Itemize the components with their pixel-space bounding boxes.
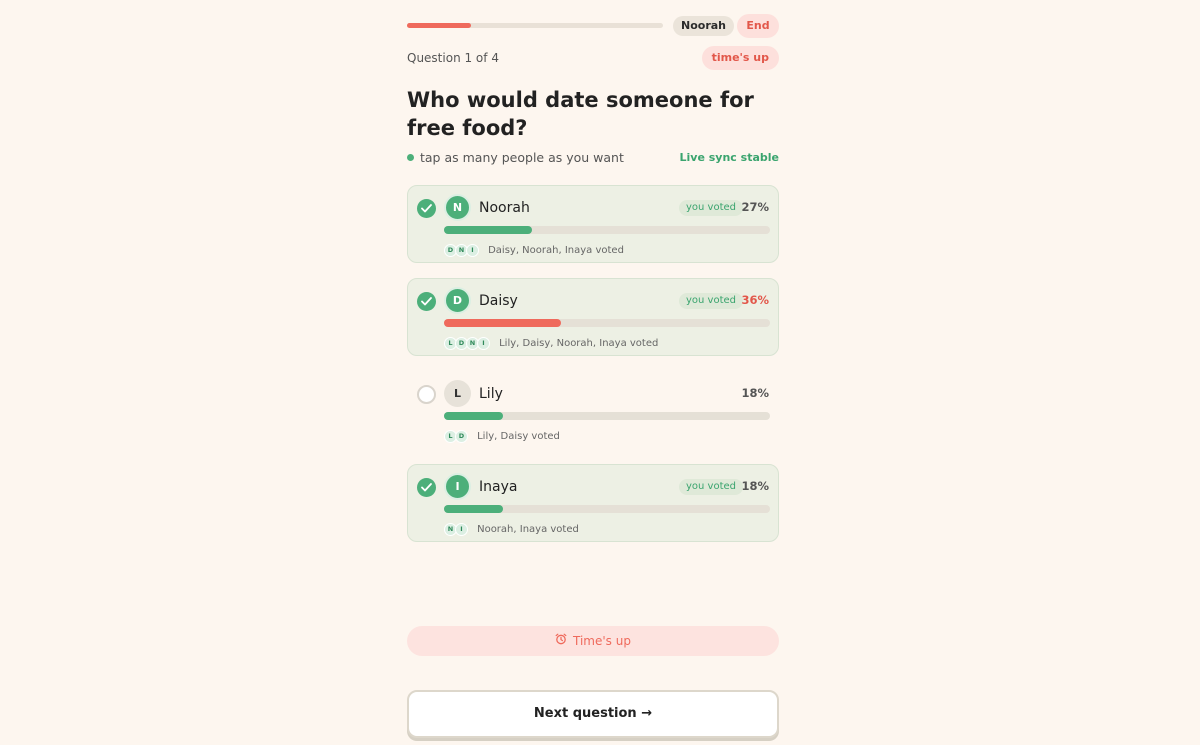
times-up-text: Time's up bbox=[573, 634, 631, 648]
option-name: Noorah bbox=[479, 200, 530, 216]
check-icon[interactable] bbox=[417, 292, 436, 311]
option-card[interactable]: N Noorah you voted 27% DNI Daisy, Noorah… bbox=[407, 185, 779, 263]
voter-mini-avatar: D bbox=[455, 430, 468, 443]
end-button[interactable]: End bbox=[737, 14, 779, 38]
option-percent: 18% bbox=[741, 479, 769, 493]
avatar: N bbox=[444, 194, 471, 221]
avatar: L bbox=[444, 380, 471, 407]
vote-bar bbox=[444, 505, 770, 513]
voters-text: Lily, Daisy voted bbox=[477, 431, 560, 442]
you-voted-badge: you voted bbox=[679, 200, 744, 216]
times-up-banner: Time's up bbox=[407, 626, 779, 656]
timer-status-pill: time's up bbox=[701, 46, 779, 70]
check-icon[interactable] bbox=[417, 478, 436, 497]
question-title: Who would date someone for free food? bbox=[407, 88, 754, 140]
check-icon[interactable] bbox=[417, 199, 436, 218]
voter-mini-avatar: I bbox=[477, 337, 490, 350]
voters-text: Daisy, Noorah, Inaya voted bbox=[488, 245, 624, 256]
option-card[interactable]: L Lily 18% LD Lily, Daisy voted bbox=[407, 371, 779, 449]
you-voted-badge: you voted bbox=[679, 293, 744, 309]
option-percent: 36% bbox=[741, 293, 769, 307]
vote-bar bbox=[444, 226, 770, 234]
hint-row: tap as many people as you want Live sync… bbox=[407, 149, 779, 167]
vote-bar bbox=[444, 319, 770, 327]
option-name: Inaya bbox=[479, 479, 518, 495]
quiz-progress-bar bbox=[407, 23, 663, 28]
option-name: Lily bbox=[479, 386, 503, 402]
voters-row: LDNI Lily, Daisy, Noorah, Inaya voted bbox=[444, 333, 659, 350]
voter-avatars: DNI bbox=[444, 240, 479, 259]
top-bar: Noorah End bbox=[407, 14, 779, 38]
avatar: D bbox=[444, 287, 471, 314]
next-question-button[interactable]: Next question → bbox=[407, 690, 779, 738]
quiz-screen: Noorah End Question 1 of 4 time's up Who… bbox=[407, 0, 779, 745]
voters-row: DNI Daisy, Noorah, Inaya voted bbox=[444, 240, 624, 257]
voters-text: Noorah, Inaya voted bbox=[477, 524, 579, 535]
voters-row: NI Noorah, Inaya voted bbox=[444, 519, 579, 536]
vote-bar-fill bbox=[444, 226, 533, 234]
you-voted-badge: you voted bbox=[679, 479, 744, 495]
option-name: Daisy bbox=[479, 293, 518, 309]
hint-text: tap as many people as you want bbox=[420, 150, 624, 165]
sync-status: Live sync stable bbox=[679, 151, 779, 164]
vote-bar-fill bbox=[444, 505, 503, 513]
voters-text: Lily, Daisy, Noorah, Inaya voted bbox=[499, 338, 659, 349]
option-percent: 27% bbox=[741, 200, 769, 214]
vote-bar bbox=[444, 412, 770, 420]
vote-bar-fill bbox=[444, 412, 503, 420]
quiz-progress-fill bbox=[407, 23, 471, 28]
player-name-pill: Noorah bbox=[673, 16, 734, 36]
alarm-clock-icon bbox=[555, 626, 567, 656]
check-icon[interactable] bbox=[417, 385, 436, 404]
voter-mini-avatar: I bbox=[455, 523, 468, 536]
status-dot-icon bbox=[407, 154, 414, 161]
question-counter: Question 1 of 4 bbox=[407, 51, 499, 65]
voter-mini-avatar: I bbox=[466, 244, 479, 257]
voter-avatars: LD bbox=[444, 426, 468, 445]
voter-avatars: LDNI bbox=[444, 333, 490, 352]
option-percent: 18% bbox=[741, 386, 769, 400]
vote-bar-fill bbox=[444, 319, 562, 327]
voters-row: LD Lily, Daisy voted bbox=[444, 426, 560, 443]
option-card[interactable]: I Inaya you voted 18% NI Noorah, Inaya v… bbox=[407, 464, 779, 542]
option-card[interactable]: D Daisy you voted 36% LDNI Lily, Daisy, … bbox=[407, 278, 779, 356]
avatar: I bbox=[444, 473, 471, 500]
voter-avatars: NI bbox=[444, 519, 468, 538]
